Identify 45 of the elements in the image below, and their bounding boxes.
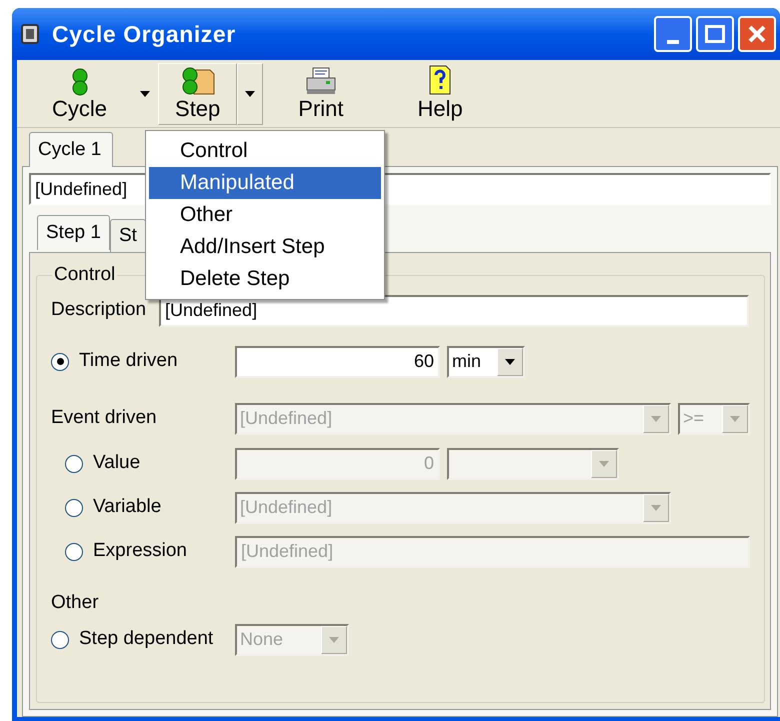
description-field[interactable]: [Undefined] [159,294,749,326]
menu-item[interactable]: Manipulated [149,167,381,199]
tab[interactable]: Cycle 1 [29,132,113,167]
toolbar-button[interactable]: Print [281,62,361,124]
help-document-icon [428,64,452,96]
close-button[interactable] [738,16,776,52]
tab[interactable]: St [110,219,146,252]
minimize-button[interactable] [654,16,692,52]
group-legend: Control [52,261,118,290]
toolbar-button[interactable]: Cycle [35,62,124,124]
tab[interactable]: Step 1 [37,215,110,250]
combo-box[interactable] [447,448,619,480]
field-label: Value [93,451,140,476]
combo-box[interactable]: min [447,346,525,378]
close-icon [747,24,767,44]
menu-item[interactable]: Control [149,135,381,167]
field-label: Time driven [79,349,178,374]
caret-icon [651,504,661,510]
window-frame-icon [20,23,40,45]
caret-icon [730,416,740,422]
maximize-button[interactable] [696,16,734,52]
field-label: Description [51,298,148,322]
field-label: Event driven [51,406,157,430]
caret-icon [599,460,609,466]
field-label: Step dependent [79,627,214,652]
menu-item[interactable]: Add/Insert Step [149,231,381,263]
field-label: Other [51,591,99,616]
printer-icon [304,66,338,96]
toolbar-button[interactable]: Step [158,62,238,124]
dropdown-arrow-button[interactable] [237,62,264,124]
caret-icon [651,416,661,422]
field-label: Variable [93,495,162,520]
caret-icon [329,636,339,642]
window-title: Cycle Organizer [52,20,236,49]
caret-icon [505,358,515,364]
toolbar-button[interactable]: Help [400,62,480,124]
menu-item[interactable]: Delete Step [149,263,381,295]
field-label: Expression [93,539,187,564]
radio-button[interactable] [51,352,69,370]
maximize-icon [705,25,725,43]
caret-icon [245,90,256,96]
time-field[interactable]: 60 [235,346,440,378]
minimize-icon [667,40,679,44]
caret-icon [140,90,150,96]
traffic-light-folder-icon [180,66,216,96]
